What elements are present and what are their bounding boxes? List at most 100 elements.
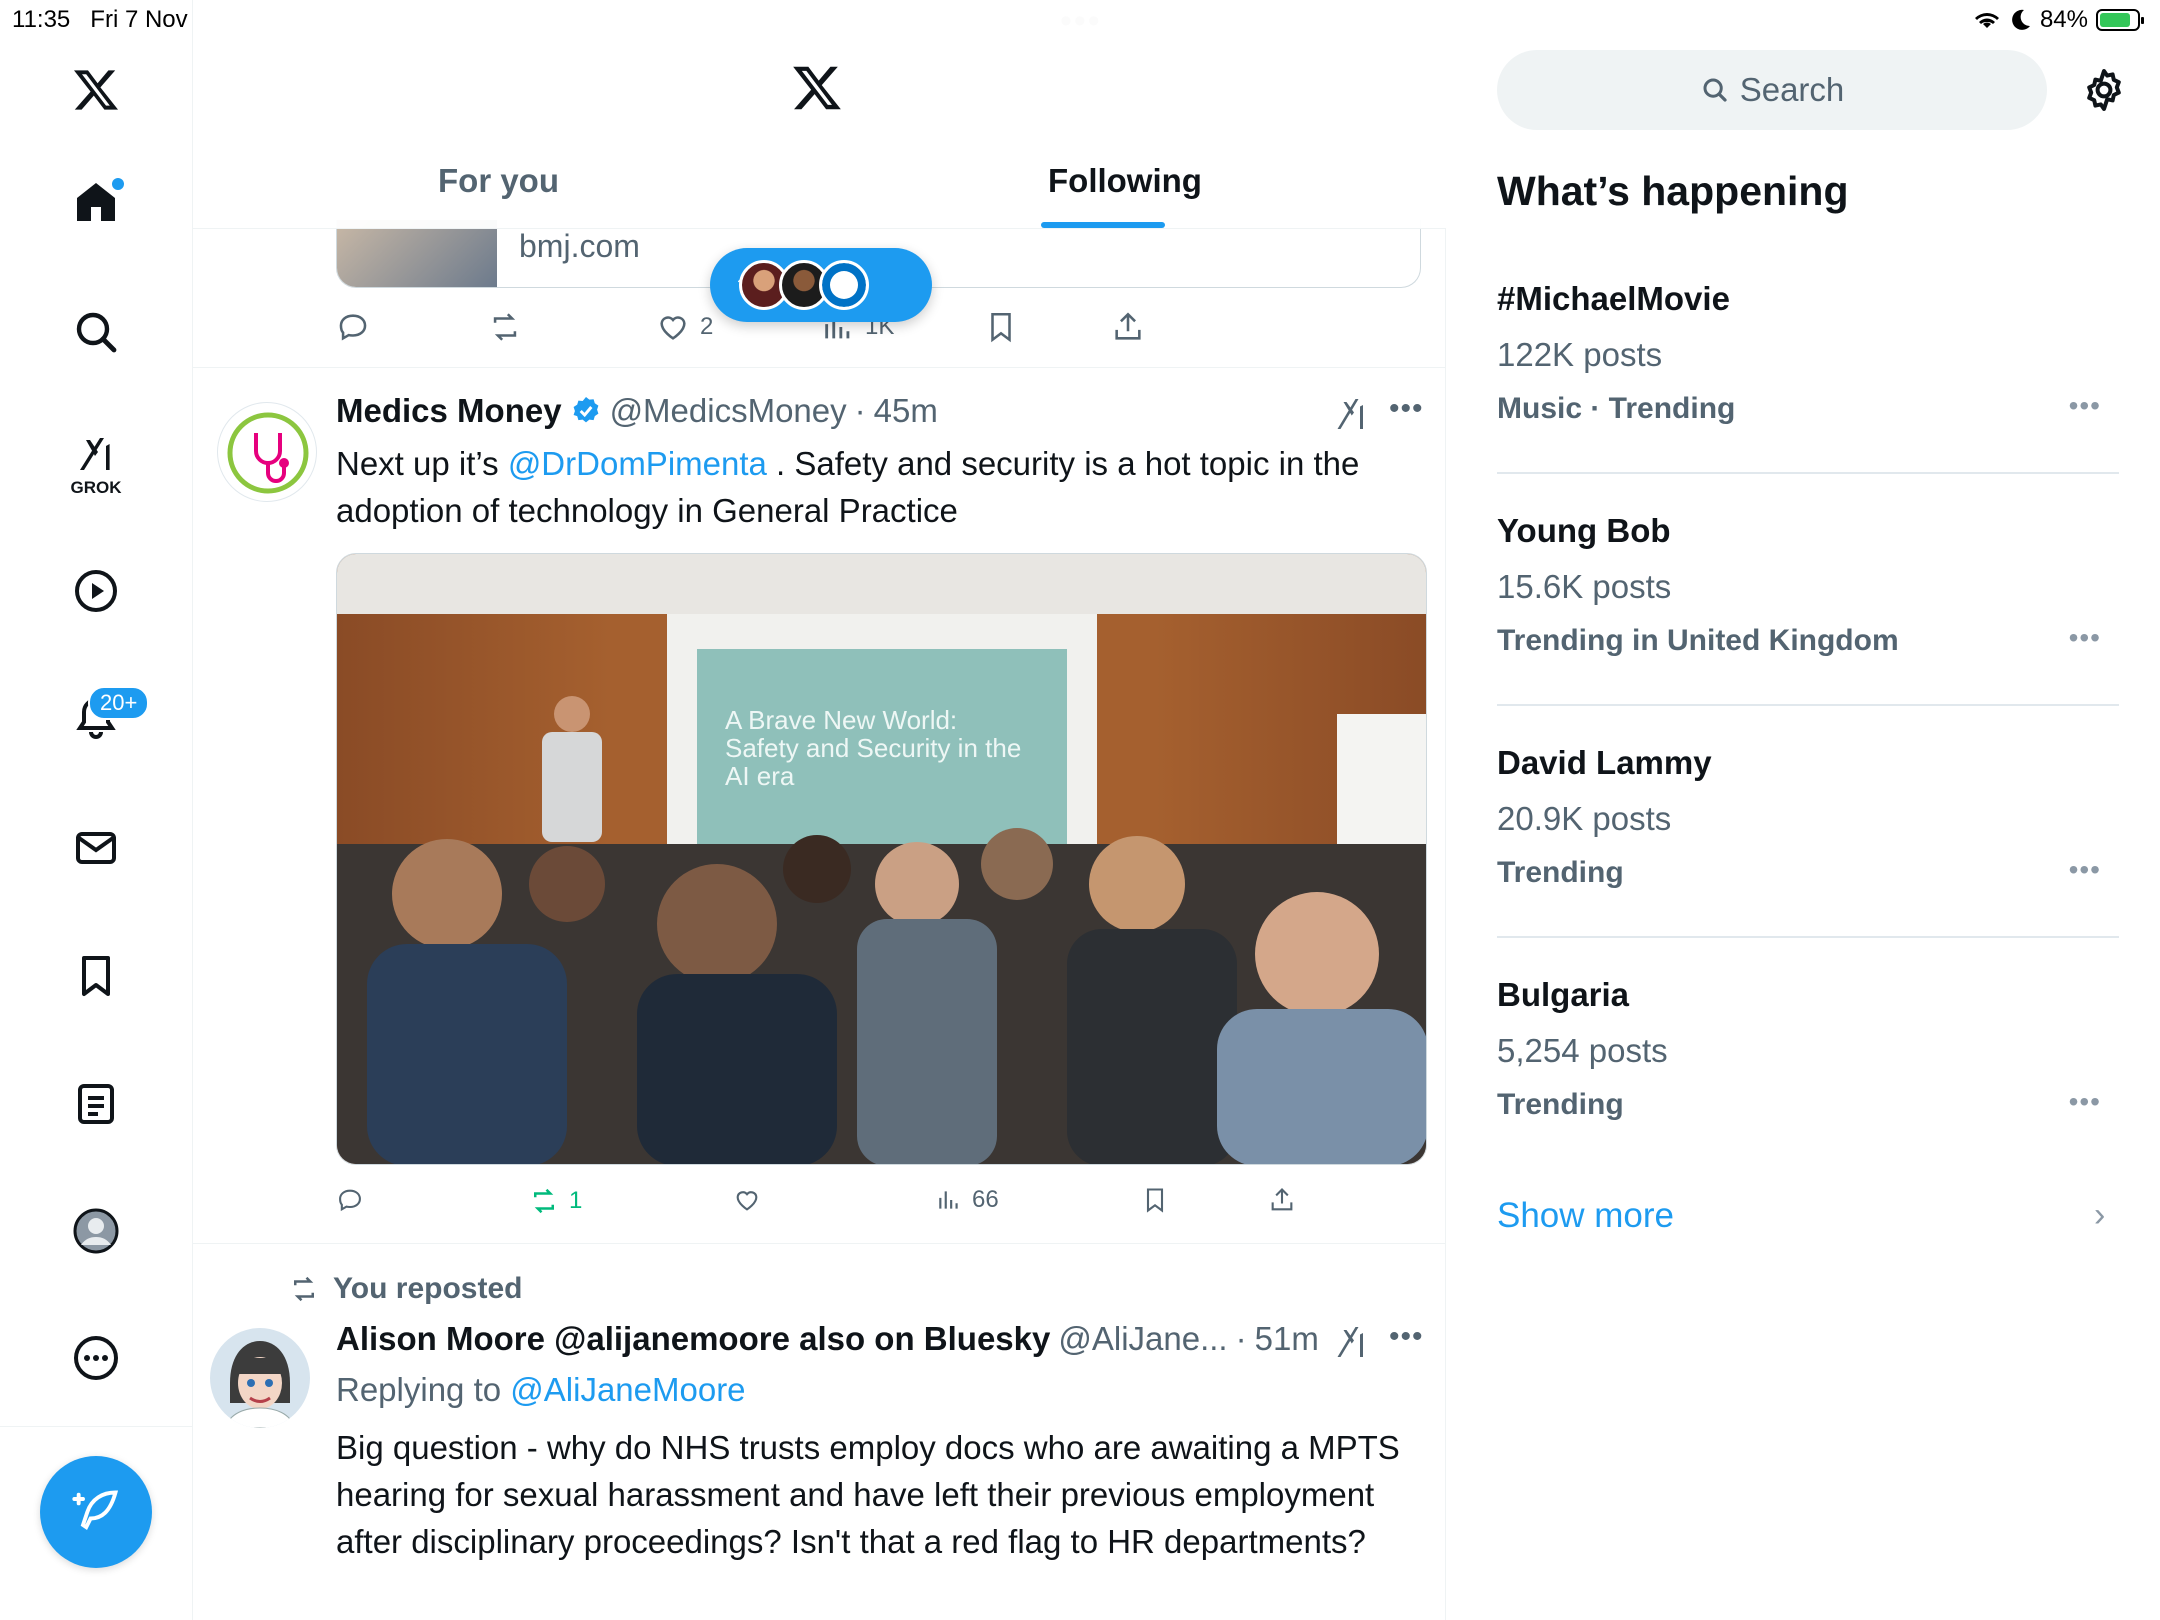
left-navigation: GROK 20+ bbox=[0, 0, 193, 1620]
trend-item[interactable]: #MichaelMovie 122K posts Music · Trendin… bbox=[1497, 280, 2119, 426]
active-tab-indicator bbox=[1041, 222, 1165, 228]
search-icon[interactable] bbox=[70, 306, 122, 358]
grok-icon[interactable] bbox=[1333, 396, 1369, 432]
gear-icon[interactable] bbox=[2080, 66, 2128, 114]
avatar[interactable] bbox=[210, 1328, 310, 1428]
compose-button[interactable] bbox=[40, 1456, 152, 1568]
author-handle[interactable]: @MedicsMoney bbox=[610, 392, 847, 430]
post-header: Medics Money @MedicsMoney · 45m bbox=[336, 392, 938, 430]
battery-percent: 84% bbox=[2039, 6, 2088, 33]
bookmarks-icon[interactable] bbox=[70, 950, 122, 1002]
heart-icon bbox=[736, 1191, 758, 1211]
grok-label: GROK bbox=[70, 478, 122, 497]
bookmark-button[interactable] bbox=[984, 310, 1018, 344]
avatar[interactable] bbox=[217, 402, 317, 502]
like-count: 2 bbox=[700, 313, 714, 340]
post-text: Big question - why do NHS trusts employ … bbox=[336, 1429, 1400, 1560]
repost-icon bbox=[294, 1276, 314, 1302]
link-thumbnail bbox=[337, 220, 497, 287]
trend-item[interactable]: Young Bob 15.6K posts Trending in United… bbox=[1497, 512, 2119, 658]
grok-icon[interactable] bbox=[1333, 1324, 1369, 1360]
reply-button[interactable] bbox=[336, 1186, 364, 1214]
trend-divider bbox=[1497, 472, 2119, 474]
share-button[interactable] bbox=[1268, 1186, 1296, 1214]
x-logo-icon[interactable] bbox=[70, 64, 122, 116]
author-name[interactable]: Medics Money bbox=[336, 392, 562, 430]
chevron-right-icon[interactable]: › bbox=[2094, 1196, 2105, 1235]
new-posts-pill[interactable]: ↑ bbox=[710, 248, 932, 322]
video-icon[interactable] bbox=[70, 565, 122, 617]
bookmark-button[interactable] bbox=[1141, 1186, 1169, 1214]
trend-item[interactable]: Bulgaria 5,254 posts Trending ••• bbox=[1497, 976, 2119, 1122]
post-time[interactable]: 51m bbox=[1255, 1320, 1319, 1358]
like-button[interactable] bbox=[733, 1186, 761, 1214]
more-options-icon[interactable]: ••• bbox=[2069, 854, 2101, 886]
reposted-indicator: You reposted bbox=[287, 1272, 522, 1306]
trend-name: #MichaelMovie bbox=[1497, 280, 1730, 317]
trend-divider bbox=[1497, 936, 2119, 938]
post-divider bbox=[193, 1243, 1446, 1244]
profile-icon[interactable] bbox=[70, 1205, 122, 1257]
more-options-icon[interactable]: ••• bbox=[2069, 1086, 2101, 1118]
author-name[interactable]: Alison Moore @alijanemoore also on Blues… bbox=[336, 1320, 1050, 1358]
replying-to-line: Replying to @AliJaneMoore bbox=[336, 1366, 1421, 1413]
reply-button[interactable] bbox=[336, 310, 370, 344]
trend-meta: Music · Trending bbox=[1497, 392, 1736, 425]
views-button[interactable]: 66 bbox=[936, 1186, 999, 1214]
repost-icon bbox=[534, 1188, 554, 1214]
home-icon[interactable] bbox=[70, 176, 124, 228]
trend-item[interactable]: David Lammy 20.9K posts Trending ••• bbox=[1497, 744, 2119, 890]
reply-icon bbox=[339, 314, 367, 341]
conference-photo: A Brave New World: Safety and Security i… bbox=[337, 554, 1426, 1164]
separator-dot: · bbox=[854, 392, 866, 429]
search-placeholder: Search bbox=[1739, 71, 1845, 108]
show-more-link[interactable]: Show more bbox=[1497, 1196, 1674, 1236]
repost-count: 1 bbox=[569, 1187, 583, 1214]
mention-link[interactable]: @AliJaneMoore bbox=[510, 1371, 745, 1408]
x-logo-icon[interactable] bbox=[791, 62, 843, 114]
repost-button[interactable] bbox=[488, 310, 522, 344]
battery-icon bbox=[2096, 9, 2144, 31]
repost-button[interactable]: 1 bbox=[529, 1186, 582, 1216]
trend-meta: Trending bbox=[1497, 1088, 1624, 1121]
lists-icon[interactable] bbox=[70, 1078, 122, 1130]
more-options-icon[interactable]: ••• bbox=[2069, 622, 2101, 654]
share-icon bbox=[1115, 312, 1141, 340]
post-time[interactable]: 45m bbox=[874, 392, 938, 430]
slide-text: A Brave New World: bbox=[725, 705, 957, 735]
like-button[interactable]: 2 bbox=[656, 310, 713, 344]
wifi-icon bbox=[1974, 13, 1999, 28]
battery-fill bbox=[2100, 13, 2131, 27]
views-count: 66 bbox=[972, 1186, 999, 1213]
status-indicators: 84% bbox=[1972, 6, 2144, 34]
more-options-icon[interactable]: ••• bbox=[1389, 1320, 1424, 1354]
post-image[interactable]: A Brave New World: Safety and Security i… bbox=[336, 553, 1427, 1165]
more-options-icon[interactable]: ••• bbox=[2069, 390, 2101, 422]
reposted-label[interactable]: You reposted bbox=[333, 1272, 522, 1306]
trends-title: What’s happening bbox=[1497, 168, 1849, 214]
repost-icon bbox=[493, 313, 517, 341]
more-icon[interactable] bbox=[70, 1332, 122, 1384]
more-options-icon[interactable]: ••• bbox=[1389, 392, 1424, 426]
verified-badge-icon bbox=[573, 397, 598, 423]
trend-name: David Lammy bbox=[1497, 744, 1712, 781]
messages-icon[interactable] bbox=[70, 822, 122, 874]
trend-posts: 15.6K posts bbox=[1497, 568, 1672, 605]
stethoscope-icon bbox=[227, 412, 309, 494]
share-icon bbox=[1271, 1188, 1293, 1211]
slide-text: Safety and Security in the bbox=[725, 733, 1021, 763]
grok-icon[interactable] bbox=[70, 428, 122, 480]
tab-following[interactable]: Following bbox=[1048, 162, 1202, 200]
share-button[interactable] bbox=[1111, 310, 1145, 344]
author-handle[interactable]: @AliJane... bbox=[1058, 1320, 1227, 1358]
mention-link[interactable]: @DrDomPimenta bbox=[508, 445, 767, 482]
post-text: Next up it’s @DrDomPimenta . Safety and … bbox=[336, 440, 1421, 534]
home-unread-dot bbox=[112, 178, 124, 190]
tab-for-you[interactable]: For you bbox=[438, 162, 559, 200]
trend-meta: Trending in United Kingdom bbox=[1497, 624, 1899, 657]
bookmark-icon bbox=[1146, 1188, 1164, 1213]
trend-posts: 5,254 posts bbox=[1497, 1032, 1668, 1069]
search-input[interactable]: Search bbox=[1497, 50, 2047, 130]
moon-icon bbox=[2012, 9, 2030, 30]
post-divider bbox=[193, 367, 1446, 368]
